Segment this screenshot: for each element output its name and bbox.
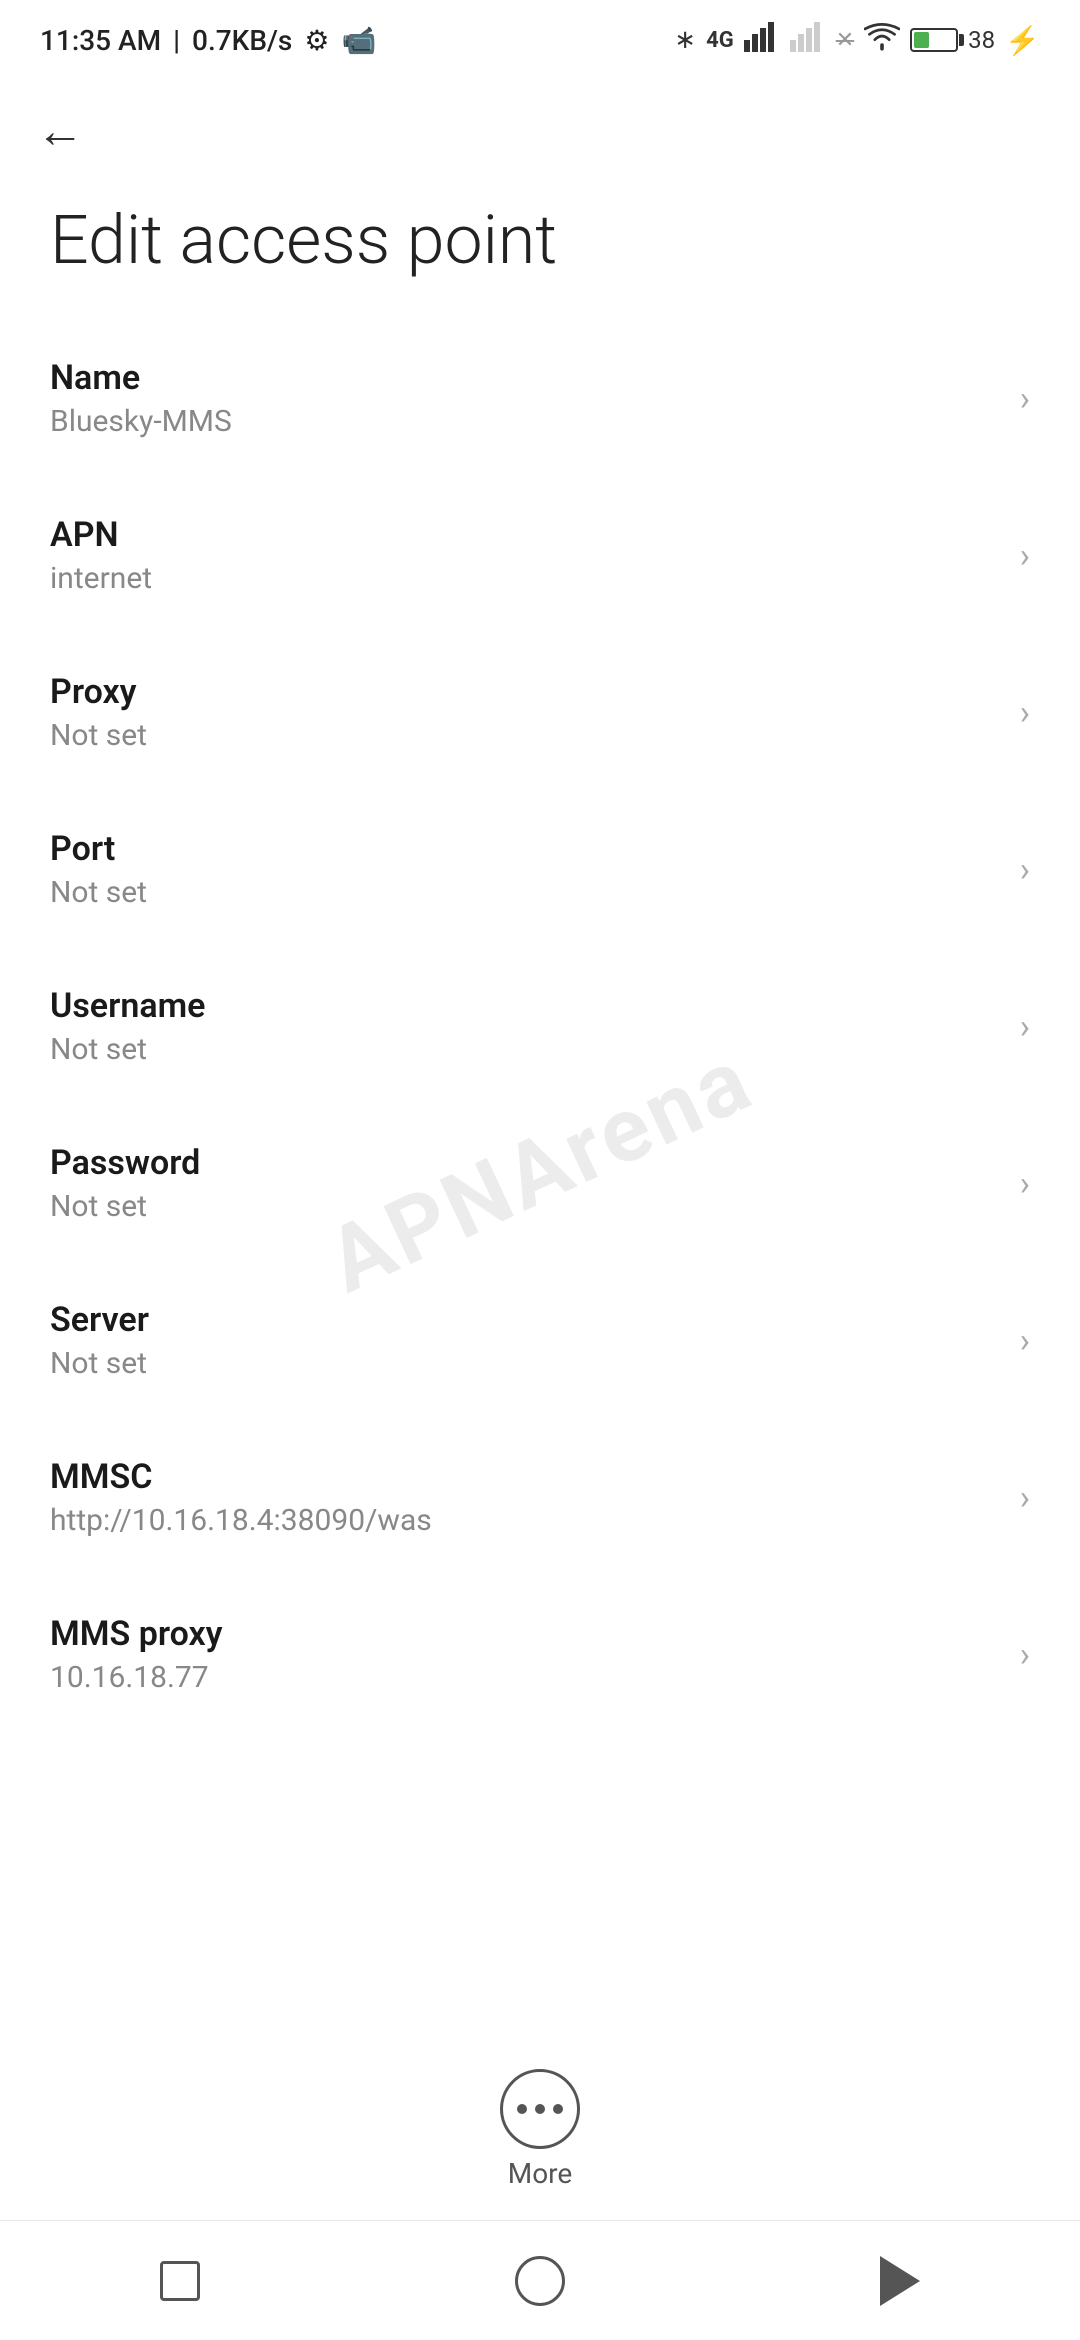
- settings-item-proxy-content: Proxy Not set: [50, 672, 1000, 753]
- chevron-icon-server: ›: [1020, 1321, 1030, 1361]
- settings-item-mms-proxy-content: MMS proxy 10.16.18.77: [50, 1614, 1000, 1695]
- page-title: Edit access point: [0, 180, 1080, 320]
- settings-item-server-value: Not set: [50, 1346, 1000, 1381]
- nav-back-icon: [880, 2256, 920, 2306]
- video-icon: 📹: [341, 24, 376, 57]
- settings-item-password-value: Not set: [50, 1189, 1000, 1224]
- settings-item-name-value: Bluesky-MMS: [50, 404, 1000, 439]
- more-circle-icon: [500, 2069, 580, 2149]
- nav-back-button[interactable]: [860, 2241, 940, 2321]
- settings-item-mmsc-value: http://10.16.18.4:38090/was: [50, 1503, 1000, 1538]
- time-display: 11:35 AM: [40, 24, 161, 57]
- settings-item-username-content: Username Not set: [50, 986, 1000, 1067]
- network-speed: 0.7KB/s: [192, 24, 292, 57]
- toolbar: ←: [0, 80, 1080, 180]
- settings-item-proxy[interactable]: Proxy Not set ›: [0, 634, 1080, 791]
- navigation-bar: [0, 2220, 1080, 2340]
- back-arrow-icon: ←: [36, 102, 84, 159]
- chevron-icon-username: ›: [1020, 1007, 1030, 1047]
- signal-bars2-icon: [790, 22, 826, 59]
- settings-icon: ⚙: [304, 24, 329, 57]
- settings-item-mmsc-label: MMSC: [50, 1457, 1000, 1497]
- bottom-action-bar: More: [0, 2049, 1080, 2210]
- status-bar: 11:35 AM | 0.7KB/s ⚙ 📹 ∗ 4G ✕: [0, 0, 1080, 80]
- more-button[interactable]: More: [500, 2069, 580, 2190]
- bluetooth-icon: ∗: [674, 25, 696, 55]
- settings-item-password-label: Password: [50, 1143, 1000, 1183]
- settings-item-username[interactable]: Username Not set ›: [0, 948, 1080, 1105]
- settings-item-apn-label: APN: [50, 515, 1000, 555]
- settings-item-apn[interactable]: APN internet ›: [0, 477, 1080, 634]
- no-signal-icon: ✕: [836, 28, 854, 53]
- more-dot-2: [535, 2104, 545, 2114]
- chevron-icon-proxy: ›: [1020, 693, 1030, 733]
- nav-recents-button[interactable]: [140, 2241, 220, 2321]
- settings-item-username-value: Not set: [50, 1032, 1000, 1067]
- more-label: More: [508, 2157, 573, 2190]
- status-right: ∗ 4G ✕: [674, 22, 1040, 59]
- settings-item-server[interactable]: Server Not set ›: [0, 1262, 1080, 1419]
- settings-item-name[interactable]: Name Bluesky-MMS ›: [0, 320, 1080, 477]
- chevron-icon-port: ›: [1020, 850, 1030, 890]
- chevron-icon-name: ›: [1020, 379, 1030, 419]
- status-left: 11:35 AM | 0.7KB/s ⚙ 📹: [40, 24, 376, 57]
- back-button[interactable]: ←: [30, 100, 90, 160]
- settings-item-mms-proxy[interactable]: MMS proxy 10.16.18.77 ›: [0, 1576, 1080, 1733]
- nav-recents-icon: [160, 2261, 200, 2301]
- settings-item-name-label: Name: [50, 358, 1000, 398]
- settings-item-server-content: Server Not set: [50, 1300, 1000, 1381]
- nav-home-icon: [515, 2256, 565, 2306]
- settings-item-proxy-value: Not set: [50, 718, 1000, 753]
- more-dot-3: [553, 2104, 563, 2114]
- settings-item-proxy-label: Proxy: [50, 672, 1000, 712]
- settings-item-port-value: Not set: [50, 875, 1000, 910]
- chevron-icon-mmsc: ›: [1020, 1478, 1030, 1518]
- signal-bars-icon: [744, 22, 780, 59]
- battery-percent: 38: [968, 26, 995, 54]
- more-dot-1: [517, 2104, 527, 2114]
- more-dots-icon: [517, 2104, 563, 2114]
- nav-home-button[interactable]: [500, 2241, 580, 2321]
- charging-icon: ⚡: [1005, 24, 1040, 57]
- settings-item-mmsc[interactable]: MMSC http://10.16.18.4:38090/was ›: [0, 1419, 1080, 1576]
- chevron-icon-apn: ›: [1020, 536, 1030, 576]
- settings-item-password[interactable]: Password Not set ›: [0, 1105, 1080, 1262]
- signal-4g-icon: 4G: [706, 28, 734, 53]
- settings-item-port-label: Port: [50, 829, 1000, 869]
- settings-item-port[interactable]: Port Not set ›: [0, 791, 1080, 948]
- speed-separator: |: [173, 24, 180, 57]
- settings-item-password-content: Password Not set: [50, 1143, 1000, 1224]
- settings-item-mms-proxy-label: MMS proxy: [50, 1614, 1000, 1654]
- settings-item-name-content: Name Bluesky-MMS: [50, 358, 1000, 439]
- settings-list: Name Bluesky-MMS › APN internet › Proxy …: [0, 320, 1080, 1733]
- settings-item-mmsc-content: MMSC http://10.16.18.4:38090/was: [50, 1457, 1000, 1538]
- wifi-icon: [864, 22, 900, 59]
- chevron-icon-mms-proxy: ›: [1020, 1635, 1030, 1675]
- settings-item-apn-value: internet: [50, 561, 1000, 596]
- settings-item-server-label: Server: [50, 1300, 1000, 1340]
- settings-item-mms-proxy-value: 10.16.18.77: [50, 1660, 1000, 1695]
- chevron-icon-password: ›: [1020, 1164, 1030, 1204]
- settings-item-port-content: Port Not set: [50, 829, 1000, 910]
- battery-icon: [910, 28, 958, 52]
- settings-item-username-label: Username: [50, 986, 1000, 1026]
- settings-item-apn-content: APN internet: [50, 515, 1000, 596]
